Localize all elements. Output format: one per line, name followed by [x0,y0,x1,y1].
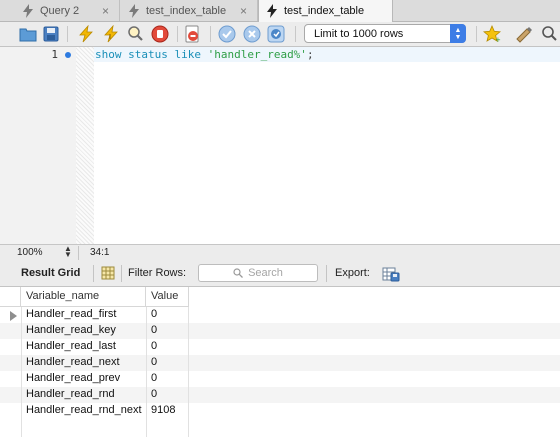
cell-value: 0 [151,356,158,368]
filter-rows-label: Filter Rows: [128,267,187,279]
tab-query-2[interactable]: Query 2 × [0,0,120,21]
cell-value: 0 [151,324,158,336]
cell-variable-name: Handler_read_prev [26,372,121,384]
tab-label: test_index_table [146,4,227,17]
query-toolbar: I Limit to 1000 rows ▲ ▼ + [0,22,560,47]
cell-value: 9108 [151,404,176,416]
fold-margin [76,47,94,244]
commit-icon[interactable] [218,25,236,43]
sql-string: 'handler_read%' [207,48,307,61]
beautify-icon[interactable] [515,25,533,43]
toolbar-separator [476,26,477,42]
table-row[interactable]: Handler_read_next 0 [0,355,560,371]
tab-label: Query 2 [40,4,80,17]
search-icon [233,268,244,278]
export-icon[interactable] [382,265,400,282]
toolbar-separator [121,265,122,282]
cell-value: 0 [151,372,158,384]
toolbar-separator [67,26,68,42]
execute-icon[interactable] [77,25,95,43]
editor-gutter [0,47,76,244]
open-folder-icon[interactable] [19,25,37,43]
current-row-arrow-icon [10,311,17,321]
find-icon[interactable] [540,25,558,43]
toolbar-separator [177,26,178,42]
zoom-level: 100% [17,247,43,258]
export-label: Export: [335,267,370,279]
cell-variable-name: Handler_read_rnd_next [26,404,142,416]
autocommit-icon[interactable] [267,25,285,43]
tab-bar: Query 2 × test_index_table × test_index_… [0,0,560,22]
line-number: 1 [51,48,58,61]
table-row[interactable]: Handler_read_key 0 [0,323,560,339]
limit-label: Limit to 1000 rows [314,27,404,40]
bolt-icon [129,3,139,18]
result-grid: Variable_name Value Handler_read_first 0… [0,287,560,437]
svg-text:I: I [109,33,111,41]
table-row[interactable]: Handler_read_rnd_next 9108 [0,403,560,419]
close-icon[interactable]: × [240,4,247,18]
cell-variable-name: Handler_read_last [26,340,116,352]
table-row[interactable]: Handler_read_last 0 [0,339,560,355]
cell-variable-name: Handler_read_first [26,308,117,320]
close-icon[interactable]: × [102,4,109,18]
search-input[interactable]: Search [198,264,318,282]
editor-status-bar: 100% ▲ ▼ 34:1 [0,244,560,262]
grid-line [21,307,22,437]
stop-icon[interactable] [151,25,169,43]
svg-text:+: + [495,36,501,43]
chevron-updown-icon: ▲ ▼ [450,24,466,43]
favorite-icon[interactable]: + [483,25,501,43]
toggle-error-icon[interactable] [184,25,202,43]
result-toolbar: Result Grid Filter Rows: Search Export: [0,261,560,287]
cell-value: 0 [151,388,158,400]
zoom-stepper-icon[interactable]: ▲ ▼ [64,245,72,259]
table-row[interactable]: Handler_read_rnd 0 [0,387,560,403]
tab-test-index-table-active[interactable]: test_index_table [258,0,393,22]
save-icon[interactable] [42,25,60,43]
column-header-variable-name[interactable]: Variable_name [21,287,146,307]
tab-test-index-table-1[interactable]: test_index_table × [120,0,258,21]
cell-variable-name: Handler_read_next [26,356,120,368]
toolbar-separator [295,26,296,42]
explain-icon[interactable] [126,25,144,43]
bolt-icon [23,3,33,18]
cursor-position: 34:1 [90,247,110,258]
sql-terminator: ; [306,48,314,61]
tab-label: test_index_table [284,5,365,17]
sql-editor[interactable]: show status like 'handler_read%'; [95,48,314,61]
grid-icon[interactable] [101,266,115,280]
cell-variable-name: Handler_read_key [26,324,116,336]
cell-value: 0 [151,308,158,320]
sql-keywords: show status like [95,48,208,61]
toolbar-separator [210,26,211,42]
grid-line [188,307,189,437]
toolbar-separator [326,265,327,282]
column-header-value[interactable]: Value [146,287,189,307]
rollback-icon[interactable] [243,25,261,43]
status-separator [78,246,79,260]
row-header-corner [0,287,21,307]
search-placeholder: Search [248,267,283,279]
table-row[interactable]: Handler_read_first 0 [0,307,560,323]
statement-marker-icon [65,52,71,58]
cell-value: 0 [151,340,158,352]
result-grid-tab[interactable]: Result Grid [21,267,80,279]
execute-current-icon[interactable]: I [102,25,120,43]
bolt-icon [267,4,277,18]
cell-variable-name: Handler_read_rnd [26,388,115,400]
grid-line [146,307,147,437]
table-row[interactable]: Handler_read_prev 0 [0,371,560,387]
limit-rows-select[interactable]: Limit to 1000 rows ▲ ▼ [304,24,466,43]
toolbar-separator [93,265,94,282]
